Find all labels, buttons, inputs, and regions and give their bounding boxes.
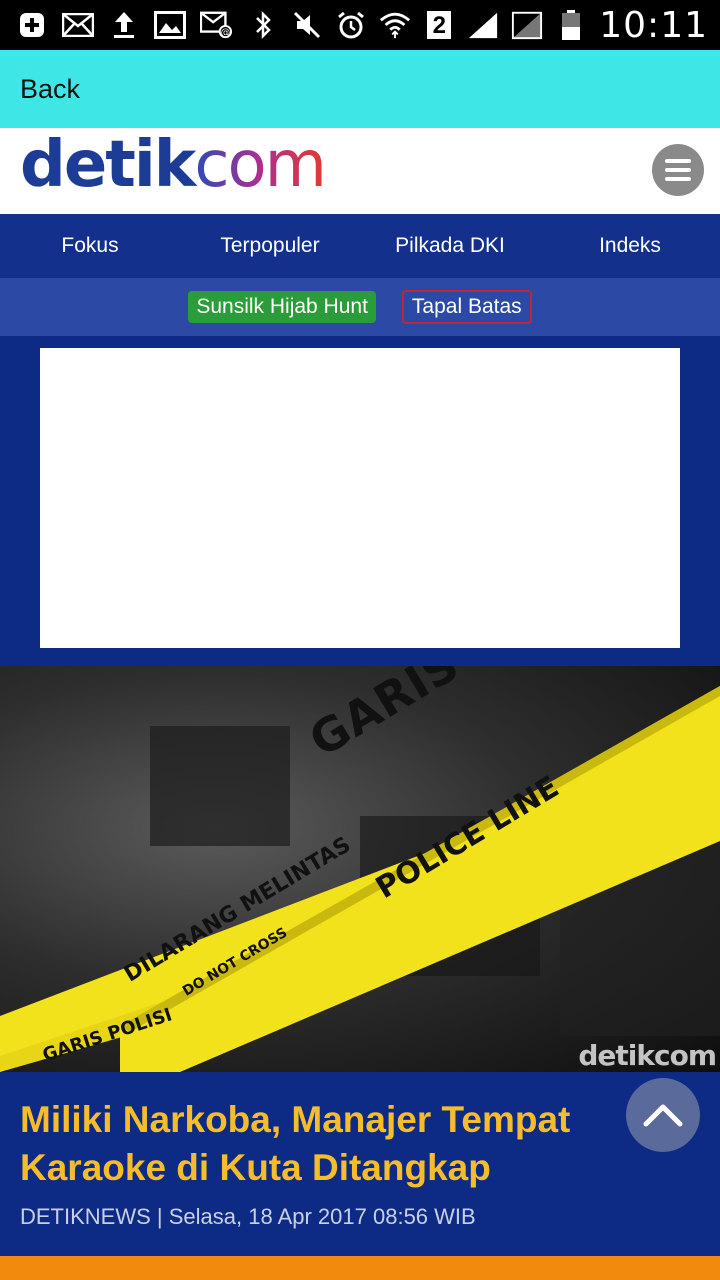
email-at-icon: @ <box>200 9 232 41</box>
sub-nav: Sunsilk Hijab Hunt Tapal Batas <box>0 278 720 336</box>
back-button[interactable]: Back <box>20 74 80 105</box>
status-bar: @ 2 10:11 <box>0 0 720 50</box>
app-bar: Back <box>0 50 720 128</box>
scroll-to-top-button[interactable] <box>626 1078 700 1152</box>
clock: 10:11 <box>599 4 708 46</box>
mute-icon <box>291 9 323 41</box>
hamburger-icon[interactable] <box>652 144 704 196</box>
nav-item-pilkada-dki[interactable]: Pilkada DKI <box>360 214 540 278</box>
nav-item-fokus[interactable]: Fokus <box>0 214 180 278</box>
nav-item-indeks[interactable]: Indeks <box>540 214 720 278</box>
signal-icon <box>467 9 499 41</box>
tag-tapal-batas[interactable]: Tapal Batas <box>401 290 532 324</box>
battery-icon <box>555 9 587 41</box>
upload-icon <box>108 9 140 41</box>
article-card: Miliki Narkoba, Manajer Tempat Karaoke d… <box>0 1072 720 1256</box>
article-meta: DETIKNEWS | Selasa, 18 Apr 2017 08:56 WI… <box>20 1204 476 1229</box>
ad-banner[interactable] <box>40 348 680 648</box>
chevron-up-icon <box>643 1104 683 1127</box>
article-headline[interactable]: Miliki Narkoba, Manajer Tempat Karaoke d… <box>20 1096 620 1192</box>
main-nav: Fokus Terpopuler Pilkada DKI Indeks <box>0 214 720 278</box>
article-photo[interactable]: GARIS POLISI POLICE LINE DILARANG MELINT… <box>0 666 720 1072</box>
image-icon <box>154 9 186 41</box>
mail-icon <box>62 9 94 41</box>
alarm-icon <box>335 9 367 41</box>
svg-text:@: @ <box>221 27 230 38</box>
sim-badge: 2 <box>423 9 455 41</box>
photo-watermark: detikcom <box>578 1039 717 1072</box>
nav-item-terpopuler[interactable]: Terpopuler <box>180 214 360 278</box>
tag-sunsilk-hijab-hunt[interactable]: Sunsilk Hijab Hunt <box>188 291 376 323</box>
signal-icon-2 <box>511 9 543 41</box>
detikcom-logo[interactable]: detik com <box>20 128 327 202</box>
site-header: detik com <box>0 128 720 214</box>
bluetooth-icon <box>247 9 279 41</box>
wifi-icon <box>379 9 411 41</box>
add-icon <box>16 9 48 41</box>
bottom-bar <box>0 1256 720 1280</box>
